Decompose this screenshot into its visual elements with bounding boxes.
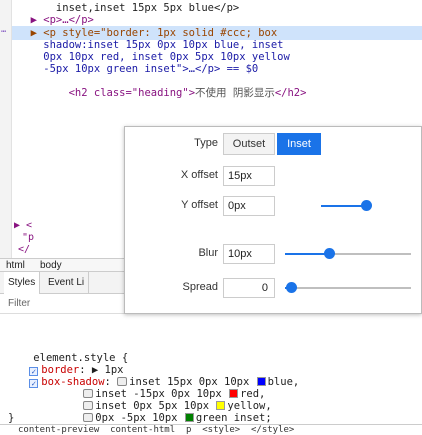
spread-input[interactable]: 0	[223, 278, 275, 298]
bottom-status-bar: content-preview content-html p <style> <…	[0, 424, 422, 435]
tab-styles[interactable]: Styles	[4, 272, 41, 294]
styles-tab-bar: Styles Event Li	[0, 272, 124, 294]
blur-slider-knob[interactable]	[324, 248, 335, 259]
xy-pad-knob[interactable]	[361, 200, 372, 211]
code-line-4: shadow:inset 15px 0px 10px blue, inset	[18, 39, 284, 51]
type-label: Type	[194, 137, 218, 149]
spread-slider-track[interactable]	[291, 287, 411, 289]
dom-tree-fragments: ▶ < "p </	[0, 122, 124, 258]
shadow-editor-icon[interactable]	[83, 413, 94, 422]
blur-slider-track-filled	[285, 253, 329, 255]
tree-gutter	[0, 122, 12, 258]
color-swatch-green[interactable]	[184, 413, 194, 422]
tree-fragment-3: </	[18, 244, 31, 255]
gutter-marker: ⋯	[1, 27, 7, 37]
tab-event-listeners[interactable]: Event Li	[44, 272, 90, 294]
blur-label: Blur	[198, 247, 218, 259]
code-line-3[interactable]: ▶ <p style="border: 1px solid #ccc; box	[18, 27, 278, 39]
spread-label: Spread	[182, 281, 218, 293]
box-shadow-checkbox[interactable]: ✓	[29, 379, 39, 388]
shadow-part-4-color[interactable]: green inset;	[196, 412, 272, 424]
shadow-editor-popup: Type Outset Inset X offset 15px Y offset…	[124, 126, 422, 314]
style-rule: element.style { ✓ border: ▶ 1px ✓ box-shad…	[0, 314, 422, 435]
y-offset-row: Y offset 0px	[125, 191, 422, 221]
inset-button[interactable]: Inset	[277, 133, 321, 155]
h2-open-tag: <h2 class="heading">	[43, 87, 196, 99]
spread-slider-knob[interactable]	[286, 282, 297, 293]
breadcrumb: html body	[0, 258, 124, 272]
spread-row: Spread 0	[125, 273, 422, 303]
xy-pad-line	[321, 205, 365, 207]
blur-input[interactable]: 10px	[223, 244, 275, 264]
blur-slider-track[interactable]	[329, 253, 411, 255]
styles-filter-input[interactable]: Filter	[0, 294, 124, 314]
code-line-6: -5px 10px green inset">…</p> == $0	[18, 63, 259, 75]
y-offset-input[interactable]: 0px	[223, 196, 275, 216]
tree-fragment-1[interactable]: ▶ <	[14, 220, 32, 231]
code-line-5: 0px 10px red, inset 0px 5px 10px yellow	[18, 51, 290, 63]
h2-close-tag: </h2>	[274, 87, 307, 99]
x-offset-input[interactable]: 15px	[223, 166, 275, 186]
x-offset-row: X offset 15px	[125, 161, 422, 191]
source-code-view: ⋯ inset,inset 15px 5px blue</p> ▶ <p>…</…	[0, 0, 422, 122]
heading-text: 不使用 阴影显示	[195, 87, 275, 99]
code-gutter: ⋯	[0, 0, 12, 122]
x-offset-label: X offset	[180, 169, 218, 181]
shadow-part-1-color[interactable]: blue,	[268, 376, 300, 388]
blur-row: Blur 10px	[125, 239, 422, 269]
breadcrumb-html[interactable]: html	[6, 260, 25, 271]
breadcrumb-body[interactable]: body	[40, 260, 62, 271]
code-line-7[interactable]: <h2 class="heading">不使用 阴影显示</h2>	[18, 75, 307, 111]
code-line-2[interactable]: ▶ <p>…</p>	[18, 14, 94, 26]
type-row: Type Outset Inset	[125, 129, 422, 159]
y-offset-label: Y offset	[181, 199, 218, 211]
outset-button[interactable]: Outset	[223, 133, 275, 155]
close-brace: }	[8, 412, 15, 424]
shadow-part-4-text[interactable]: 0px -5px 10px	[95, 412, 177, 424]
tree-fragment-2: "p	[22, 232, 35, 243]
code-line-1: inset,inset 15px 5px blue</p>	[18, 2, 240, 14]
